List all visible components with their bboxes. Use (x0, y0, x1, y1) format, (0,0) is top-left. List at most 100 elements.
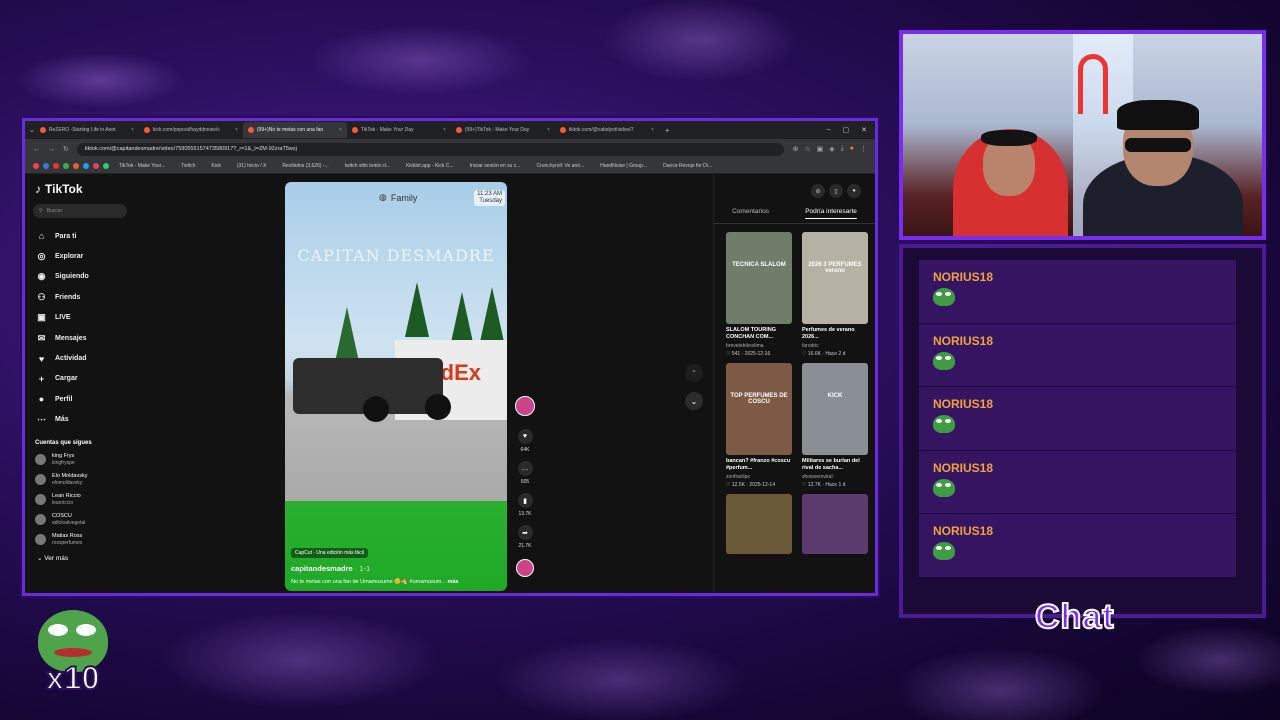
sidebar-item-explorar[interactable]: ◎ Explorar (33, 246, 127, 266)
bookmark-item[interactable]: Recibidos (3,626) -... (282, 163, 328, 169)
bookmark-icon[interactable]: ▮ (517, 493, 533, 508)
bookmark-favicon[interactable] (73, 163, 79, 169)
sidebar-item-live[interactable]: ▣ LIVE (33, 308, 127, 328)
bookmark-favicon[interactable] (103, 163, 109, 169)
url-field[interactable]: tiktok.com/@capitandesmadre/video/759055… (76, 142, 785, 156)
bookmark-item[interactable]: Iniciar sesión en su c... (470, 163, 521, 169)
comment-icon[interactable]: … (517, 461, 533, 476)
bookmark-item[interactable]: Kick (211, 163, 220, 169)
video-player[interactable]: ◍ Family 11:23 AM Tuesday CAPITAN DESMAD… (285, 182, 507, 591)
followed-account[interactable]: Lean Riccio leanriccio (33, 490, 127, 510)
recommended-video[interactable] (726, 494, 792, 554)
back-icon[interactable]: ← (33, 146, 40, 153)
followed-account[interactable]: Elo Moldavsky elomoldavsky (33, 470, 127, 490)
maximize-icon[interactable]: ▢ (843, 126, 850, 134)
browser-tab[interactable]: tiktok.com/@cabalyst/video/7 × (555, 122, 659, 138)
followed-account[interactable]: Matias Ross rossperfumes (33, 530, 127, 550)
bookmark-favicon[interactable] (63, 163, 69, 169)
tiktok-logo[interactable]: ♪ TikTok (35, 182, 127, 196)
browser-tab[interactable]: ReZERO -Starting Life in Anot × (35, 122, 139, 138)
bookmark-item[interactable]: Crunchyroll: Ve anó... (536, 163, 584, 169)
browser-tab[interactable]: kick.com/popout/hayddnoise/c × (139, 122, 243, 138)
sidebar-item-siguiendo[interactable]: ◉ Siguiendo (33, 267, 127, 287)
browser-tab[interactable]: (99+)No te metas con una fan × (242, 122, 347, 138)
recommended-video[interactable]: KICK Militares se burlan del rival de sac… (802, 363, 868, 488)
tab-close-icon[interactable]: × (339, 127, 342, 133)
user-icon[interactable]: ● (847, 184, 861, 198)
recommended-video[interactable]: 2026 3 PERFUMES verano Perfumes de verano… (802, 232, 868, 357)
tab-close-icon[interactable]: × (547, 127, 550, 133)
sidebar-item-cargar[interactable]: + Cargar (33, 369, 127, 389)
see-more-link[interactable]: ⌄ Ver más (37, 554, 127, 562)
followed-account[interactable]: COSCU adictoalvegetal (33, 510, 127, 530)
sidebar-item-friends[interactable]: ⚇ Friends (33, 287, 127, 307)
video-thumbnail[interactable]: TECNICA SLALOM (726, 232, 792, 324)
bookmark-item[interactable]: TikTok - Make Your... (119, 163, 165, 169)
forward-icon[interactable]: → (48, 146, 55, 153)
previous-video-button[interactable]: ⌃ (685, 364, 703, 382)
like-icon[interactable]: ♥ (517, 429, 533, 444)
search-input[interactable]: ⚲ Buscar (33, 204, 127, 218)
video-thumbnail[interactable] (802, 494, 868, 554)
followed-account[interactable]: king Frys kingfryspe (33, 450, 127, 470)
chat-username[interactable]: NORIUS18 (933, 334, 1222, 348)
recommended-video[interactable]: TECNICA SLALOM SLALOM TOURING CONCHAN COM… (726, 232, 792, 357)
share-icon[interactable]: ➦ (517, 525, 533, 540)
chat-username[interactable]: NORIUS18 (933, 397, 1222, 411)
chat-message: NORIUS18 (919, 387, 1236, 451)
chat-username[interactable]: NORIUS18 (933, 270, 1222, 284)
description-more-link[interactable]: más (447, 579, 458, 585)
extension-icon[interactable]: ▣ (817, 145, 824, 153)
music-disc-avatar[interactable] (516, 559, 534, 577)
puzzle-icon[interactable]: ◈ (829, 145, 834, 153)
profile-icon[interactable]: ● (850, 145, 854, 153)
new-tab-button[interactable]: + (659, 126, 676, 135)
bookmark-favicon[interactable] (33, 163, 39, 169)
bookmark-favicon[interactable] (93, 163, 99, 169)
sidebar-item-parati[interactable]: ⌂ Para ti (33, 226, 127, 246)
download-icon[interactable]: ⤓ (841, 145, 844, 153)
bookmark-item[interactable]: Dance Revojo for Di... (663, 163, 712, 169)
video-thumbnail[interactable]: 2026 3 PERFUMES verano (802, 232, 868, 324)
reload-icon[interactable]: ↻ (63, 145, 69, 153)
video-thumbnail[interactable] (726, 494, 792, 554)
bookmark-favicon[interactable] (43, 163, 49, 169)
sidebar-item-perfil[interactable]: ● Perfil (33, 389, 127, 409)
bookmark-item[interactable]: Twitch (181, 163, 195, 169)
chat-username[interactable]: NORIUS18 (933, 461, 1222, 475)
close-window-icon[interactable]: ✕ (861, 126, 867, 134)
pepe-eye (76, 624, 96, 636)
browser-tab[interactable]: TikTok - Make Your Day × (347, 122, 451, 138)
sidebar-item-actividad[interactable]: ♥ Actividad (33, 348, 127, 368)
report-icon[interactable]: ⊘ (811, 184, 825, 198)
video-thumbnail[interactable]: TOP PERFUMES DE COSCU (726, 363, 792, 455)
tab-close-icon[interactable]: × (651, 127, 654, 133)
next-video-button[interactable]: ⌄ (685, 392, 703, 410)
bookmark-favicon[interactable] (83, 163, 89, 169)
bookmark-item[interactable]: HandNoise | Group... (600, 163, 647, 169)
video-author[interactable]: capitandesmadre · 1-1 (291, 564, 501, 573)
video-thumbnail[interactable]: KICK (802, 363, 868, 455)
tab-close-icon[interactable]: × (131, 127, 134, 133)
bookmark-item[interactable]: (31) Inicio / X (237, 163, 266, 169)
bookmark-item[interactable]: Kicklet.app - Kick C... (406, 163, 454, 169)
tab-comments[interactable]: Comentarios (732, 208, 769, 219)
recommended-video[interactable] (802, 494, 868, 554)
mobile-icon[interactable]: ▯ (829, 184, 843, 198)
chat-username[interactable]: NORIUS18 (933, 524, 1222, 538)
sidebar-item-mensajes[interactable]: ✉ Mensajes (33, 328, 127, 348)
install-icon[interactable]: ⊕ (792, 145, 798, 153)
browser-tab[interactable]: (99+)TikTok - Make Your Day × (451, 122, 555, 138)
menu-icon[interactable]: ⋮ (860, 145, 867, 153)
tab-recommended[interactable]: Podría interesarte (805, 208, 857, 219)
sidebar-item-ms[interactable]: ⋯ Más (33, 410, 127, 430)
star-icon[interactable]: ☆ (804, 145, 810, 153)
capcut-badge[interactable]: CapCut · Una edición más fácil (291, 548, 368, 558)
tab-close-icon[interactable]: × (235, 127, 238, 133)
recommended-video[interactable]: TOP PERFUMES DE COSCU bancan? #franzo #co… (726, 363, 792, 488)
creator-avatar[interactable] (515, 396, 535, 416)
bookmark-item[interactable]: twitch sitio botón d... (345, 163, 390, 169)
bookmark-favicon[interactable] (53, 163, 59, 169)
minimize-icon[interactable]: – (827, 126, 831, 134)
tab-close-icon[interactable]: × (443, 127, 446, 133)
